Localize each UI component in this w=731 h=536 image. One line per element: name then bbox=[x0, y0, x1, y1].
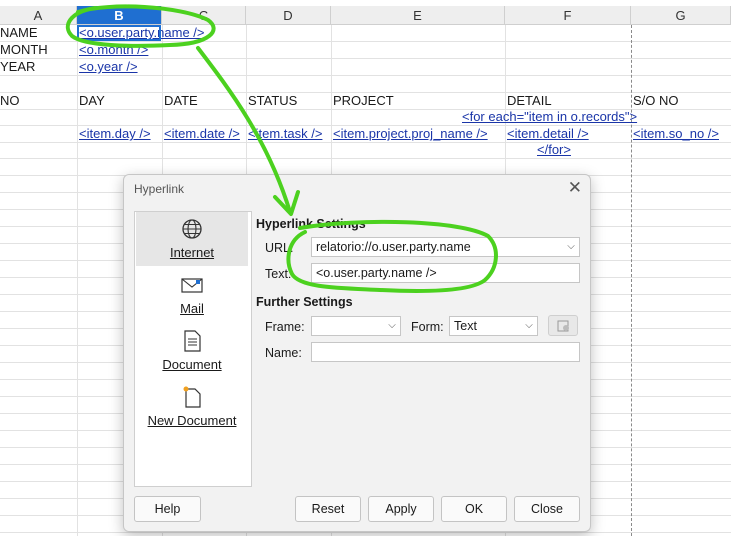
column-header-f[interactable]: F bbox=[505, 6, 631, 25]
hyperlink-dialog: Hyperlink ✕ Internet Mail Document New D… bbox=[123, 174, 591, 532]
cell-item-detail[interactable]: <item.detail /> bbox=[507, 126, 589, 142]
form-label: Form: bbox=[411, 320, 444, 334]
header-no[interactable]: NO bbox=[0, 93, 20, 109]
text-label: Text: bbox=[265, 267, 292, 281]
category-sidebar: Internet Mail Document New Document bbox=[134, 211, 252, 487]
form-select[interactable]: Text ⌵ bbox=[449, 316, 538, 336]
url-value: relatorio://o.user.party.name bbox=[316, 240, 471, 254]
category-internet[interactable]: Internet bbox=[136, 212, 248, 266]
reset-button[interactable]: Reset bbox=[295, 496, 361, 522]
hyperlink-settings-heading: Hyperlink Settings bbox=[256, 217, 366, 231]
ok-button[interactable]: OK bbox=[441, 496, 507, 522]
chevron-down-icon[interactable]: ⌵ bbox=[384, 317, 400, 335]
category-internet-label: Internet bbox=[169, 245, 215, 260]
cell-b3[interactable]: <o.year /> bbox=[79, 59, 138, 75]
cell-item-project[interactable]: <item.project.proj_name /> bbox=[333, 126, 488, 142]
globe-icon bbox=[181, 218, 203, 240]
category-new-document[interactable]: New Document bbox=[136, 380, 248, 434]
header-day[interactable]: DAY bbox=[79, 93, 105, 109]
cell-b2[interactable]: <o.month /> bbox=[79, 42, 148, 58]
events-button[interactable] bbox=[548, 315, 578, 336]
chevron-down-icon[interactable]: ⌵ bbox=[563, 238, 579, 256]
category-new-document-label: New Document bbox=[147, 413, 237, 428]
further-settings-heading: Further Settings bbox=[256, 295, 353, 309]
category-document-label: Document bbox=[162, 357, 222, 372]
new-document-icon bbox=[181, 386, 203, 408]
column-header-a[interactable]: A bbox=[0, 6, 77, 25]
header-project[interactable]: PROJECT bbox=[333, 93, 394, 109]
header-so-no[interactable]: S/O NO bbox=[633, 93, 679, 109]
name-label: Name: bbox=[265, 346, 302, 360]
header-detail[interactable]: DETAIL bbox=[507, 93, 552, 109]
name-input[interactable] bbox=[311, 342, 580, 362]
category-document[interactable]: Document bbox=[136, 324, 248, 378]
cell-item-date[interactable]: <item.date /> bbox=[164, 126, 240, 142]
cell-a3[interactable]: YEAR bbox=[0, 59, 35, 75]
header-status[interactable]: STATUS bbox=[248, 93, 297, 109]
column-header-b[interactable]: B bbox=[77, 6, 162, 25]
cell-a2[interactable]: MONTH bbox=[0, 42, 48, 58]
apply-button[interactable]: Apply bbox=[368, 496, 434, 522]
header-date[interactable]: DATE bbox=[164, 93, 198, 109]
cell-selection bbox=[77, 25, 161, 41]
form-value: Text bbox=[454, 319, 477, 333]
close-icon[interactable]: ✕ bbox=[568, 178, 582, 198]
frame-select[interactable]: ⌵ bbox=[311, 316, 401, 336]
dialog-title: Hyperlink bbox=[134, 182, 185, 196]
help-button[interactable]: Help bbox=[134, 496, 201, 522]
cell-item-so-no[interactable]: <item.so_no /> bbox=[633, 126, 719, 142]
close-button[interactable]: Close bbox=[514, 496, 580, 522]
document-icon bbox=[181, 330, 203, 352]
cell-a1[interactable]: NAME bbox=[0, 25, 38, 41]
url-label: URL: bbox=[265, 241, 294, 255]
cell-item-task[interactable]: <item.task /> bbox=[248, 126, 322, 142]
column-header-c[interactable]: C bbox=[162, 6, 246, 25]
category-mail-label: Mail bbox=[180, 301, 204, 316]
text-input[interactable]: <o.user.party.name /> bbox=[311, 263, 580, 283]
column-header-e[interactable]: E bbox=[331, 6, 505, 25]
frame-label: Frame: bbox=[265, 320, 305, 334]
cell-end-for[interactable]: </for> bbox=[537, 142, 571, 158]
chevron-down-icon[interactable]: ⌵ bbox=[521, 317, 537, 335]
url-input[interactable]: relatorio://o.user.party.name ⌵ bbox=[311, 237, 580, 257]
category-mail[interactable]: Mail bbox=[136, 268, 248, 322]
cell-item-day[interactable]: <item.day /> bbox=[79, 126, 151, 142]
cell-for-each[interactable]: <for each="item in o.records"> bbox=[462, 109, 637, 125]
mail-icon bbox=[181, 274, 203, 296]
column-header-d[interactable]: D bbox=[246, 6, 331, 25]
column-header-g[interactable]: G bbox=[631, 6, 731, 25]
events-icon bbox=[557, 320, 569, 332]
